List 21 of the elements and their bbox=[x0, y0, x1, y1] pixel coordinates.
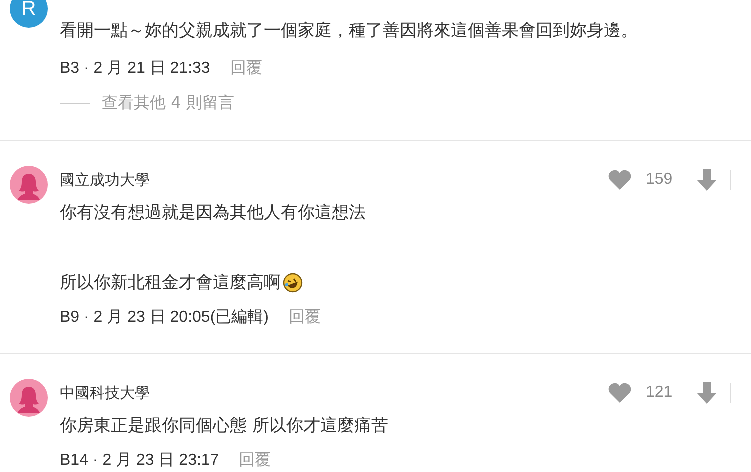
down-arrow-icon[interactable] bbox=[696, 381, 718, 405]
down-arrow-icon[interactable] bbox=[696, 168, 718, 192]
like-count: 159 bbox=[646, 171, 674, 189]
reply-link[interactable]: 回覆 bbox=[230, 58, 262, 78]
comment-timestamp: B3 · 2 月 21 日 21:33 bbox=[60, 58, 210, 78]
comment-text: 你有沒有想過就是因為其他人有你這想法 bbox=[60, 202, 367, 225]
comment-timestamp: B9 · 2 月 23 日 20:05(已編輯) bbox=[60, 308, 269, 328]
author-name[interactable]: 中國科技大學 bbox=[60, 384, 150, 402]
comment-text: 所以你新北租金才會這麼高啊 bbox=[60, 266, 751, 300]
comment-timestamp: B14 · 2 月 23 日 23:17 bbox=[60, 450, 220, 470]
heart-icon[interactable] bbox=[608, 169, 632, 191]
avatar: R bbox=[10, 0, 48, 28]
heart-icon[interactable] bbox=[608, 382, 632, 404]
comment-text: 你房東正是跟你同個心態 所以你才這麼痛苦 bbox=[60, 415, 390, 438]
comment-text: 看開一點～妳的父親成就了一個家庭，種了善因將來這個善果會回到妳身邊。 bbox=[60, 20, 639, 43]
reply-link[interactable]: 回覆 bbox=[239, 450, 272, 470]
like-count: 121 bbox=[646, 384, 674, 402]
laughing-emoji-icon bbox=[283, 273, 303, 293]
view-replies-link[interactable]: 查看其他 4 則留言 bbox=[102, 92, 234, 114]
reply-link[interactable]: 回覆 bbox=[288, 306, 321, 328]
author-name[interactable]: 國立成功大學 bbox=[60, 170, 150, 190]
